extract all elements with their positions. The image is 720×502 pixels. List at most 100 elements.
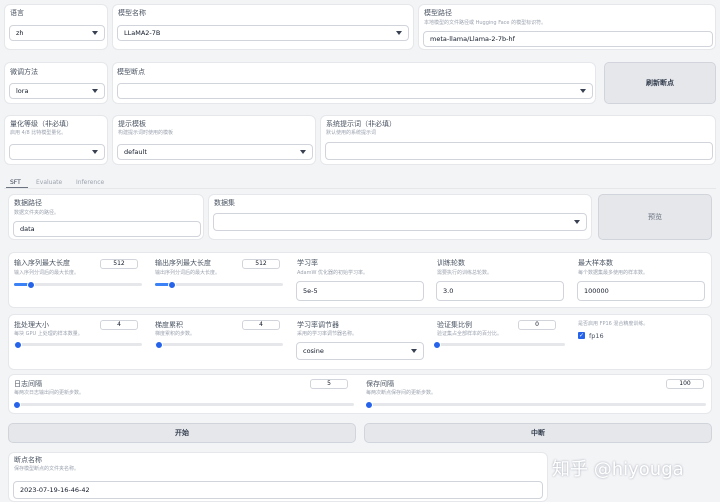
tab-inference[interactable]: Inference (76, 179, 104, 186)
save-steps-slider[interactable] (365, 400, 706, 409)
system-prompt-label: 系统提示词（非必填） (326, 120, 396, 128)
template-label: 提示模板 (118, 120, 146, 128)
data-dir-input[interactable]: data (13, 221, 201, 237)
max-samples-description: 每个数据集最多使用的样本数。 (578, 270, 649, 276)
quant-description: 启用 4/8 比特模型量化。 (10, 130, 67, 136)
logging-steps-label: 日志间隔 (14, 380, 42, 388)
max-target-len-number[interactable]: 512 (242, 259, 280, 269)
finetune-select[interactable]: lora (9, 83, 105, 99)
lang-select[interactable]: zh (9, 25, 105, 41)
lr-scheduler-select[interactable]: cosine (296, 342, 424, 360)
grad-accum-slider[interactable] (154, 340, 283, 349)
epochs-description: 需要执行的训练总轮数。 (437, 270, 493, 276)
model-path-input[interactable]: meta-llama/Llama-2-7b-hf (423, 31, 713, 47)
cutoff-len-slider[interactable] (14, 280, 142, 289)
learning-rate-description: AdamW 优化器的初始学习率。 (297, 270, 368, 276)
finetune-panel: 微调方法 lora (4, 62, 108, 104)
start-button[interactable]: 开始 (8, 423, 356, 443)
quant-select[interactable] (9, 144, 105, 160)
model-name-label: 模型名称 (118, 9, 146, 17)
logging-steps-number[interactable]: 5 (310, 379, 348, 389)
model-path-panel: 模型路径 本地模型的文件路径或 Hugging Face 的模型标识符。 met… (418, 4, 716, 50)
output-dir-input[interactable]: 2023-07-19-16-46-42 (13, 481, 543, 499)
data-dir-description: 数据文件夹的路径。 (14, 210, 60, 216)
batch-size-description: 每块 GPU 上处理的样本数量。 (14, 331, 83, 337)
model-path-label: 模型路径 (424, 9, 452, 17)
logging-steps-description: 每两次日志输出间的更新步数。 (14, 390, 85, 396)
epochs-input[interactable]: 3.0 (436, 281, 564, 301)
save-steps-number[interactable]: 100 (666, 379, 704, 389)
tab-sft[interactable]: SFT (10, 179, 21, 186)
chevron-down-icon (92, 89, 98, 93)
lr-scheduler-label: 学习率调节器 (297, 321, 339, 329)
preview-button[interactable]: 预览 (598, 194, 712, 240)
batch-size-number[interactable]: 4 (100, 320, 138, 330)
save-steps-description: 每两次断点保存间的更新步数。 (366, 390, 437, 396)
dataset-label: 数据集 (214, 199, 235, 207)
cutoff-len-description: 输入序列分词后的最大长度。 (14, 270, 80, 276)
fp16-description: 是否启用 FP16 混合精度训练。 (578, 321, 649, 327)
fp16-label: fp16 (589, 332, 604, 340)
system-prompt-input[interactable] (325, 142, 713, 160)
output-label: 断点名称 (14, 456, 42, 464)
max-target-len-label: 输出序列最大长度 (155, 259, 211, 267)
val-size-number[interactable]: 0 (518, 320, 556, 330)
lr-scheduler-description: 采用的学习率调节器名称。 (297, 331, 358, 337)
checkpoints-select[interactable] (117, 83, 593, 99)
system-prompt-panel: 系统提示词（非必填） 默认使用的系统提示词 (320, 115, 716, 165)
epochs-label: 训练轮数 (437, 259, 465, 267)
batch-size-label: 批处理大小 (14, 321, 49, 329)
grad-accum-label: 梯度累积 (155, 321, 183, 329)
checkpoints-label: 模型断点 (117, 68, 145, 76)
refresh-checkpoints-button[interactable]: 刷新断点 (604, 62, 716, 104)
val-size-label: 验证集比例 (437, 321, 472, 329)
val-size-slider[interactable] (433, 340, 565, 349)
system-prompt-description: 默认使用的系统提示词 (326, 130, 377, 136)
tab-evaluate[interactable]: Evaluate (36, 179, 62, 186)
fp16-checkbox[interactable]: ✓ (578, 332, 585, 339)
lang-panel: 语言 zh (4, 4, 108, 50)
chevron-down-icon (396, 31, 402, 35)
chevron-down-icon (300, 150, 306, 154)
chevron-down-icon (92, 150, 98, 154)
output-description: 保存模型断点的文件夹名称。 (14, 466, 80, 472)
model-name-panel: 模型名称 LLaMA2-7B (112, 4, 414, 50)
chevron-down-icon (92, 31, 98, 35)
grad-accum-description: 梯度累积的步数。 (155, 331, 196, 337)
lang-label: 语言 (10, 9, 24, 17)
val-size-description: 验证集占全部样本的百分比。 (437, 331, 503, 337)
template-description: 构建提示词时使用的模板 (118, 130, 174, 136)
logging-steps-slider[interactable] (13, 400, 354, 409)
watermark: 知乎 @hiyouga (552, 459, 684, 480)
data-dir-panel: 数据路径 数据文件夹的路径。 data (8, 194, 204, 240)
max-target-len-slider[interactable] (155, 280, 283, 289)
chevron-down-icon (411, 349, 417, 353)
data-dir-label: 数据路径 (14, 199, 42, 207)
max-samples-input[interactable]: 100000 (577, 281, 705, 301)
template-select[interactable]: default (117, 144, 313, 160)
stop-button[interactable]: 中断 (364, 423, 712, 443)
chevron-down-icon (580, 89, 586, 93)
max-samples-label: 最大样本数 (578, 259, 613, 267)
quant-label: 量化等级（非必填） (10, 120, 73, 128)
params-row3 (8, 374, 712, 414)
output-panel: 断点名称 保存模型断点的文件夹名称。 2023-07-19-16-46-42 (8, 452, 548, 502)
dataset-panel: 数据集 (208, 194, 592, 240)
grad-accum-number[interactable]: 4 (242, 320, 280, 330)
learning-rate-input[interactable]: 5e-5 (296, 281, 424, 301)
checkpoints-panel: 模型断点 (112, 62, 596, 104)
learning-rate-label: 学习率 (297, 259, 318, 267)
cutoff-len-label: 输入序列最大长度 (14, 259, 70, 267)
template-panel: 提示模板 构建提示词时使用的模板 default (112, 115, 316, 165)
save-steps-label: 保存间隔 (366, 380, 394, 388)
model-path-description: 本地模型的文件路径或 Hugging Face 的模型标识符。 (424, 20, 547, 26)
dataset-select[interactable] (213, 213, 587, 231)
max-target-len-description: 输出序列分词后的最大长度。 (155, 270, 221, 276)
tab-divider (4, 188, 716, 189)
chevron-down-icon (574, 220, 580, 224)
finetune-label: 微调方法 (10, 68, 38, 76)
cutoff-len-number[interactable]: 512 (100, 259, 138, 269)
batch-size-slider[interactable] (13, 340, 142, 349)
model-name-select[interactable]: LLaMA2-7B (117, 25, 409, 41)
quant-panel: 量化等级（非必填） 启用 4/8 比特模型量化。 (4, 115, 108, 165)
